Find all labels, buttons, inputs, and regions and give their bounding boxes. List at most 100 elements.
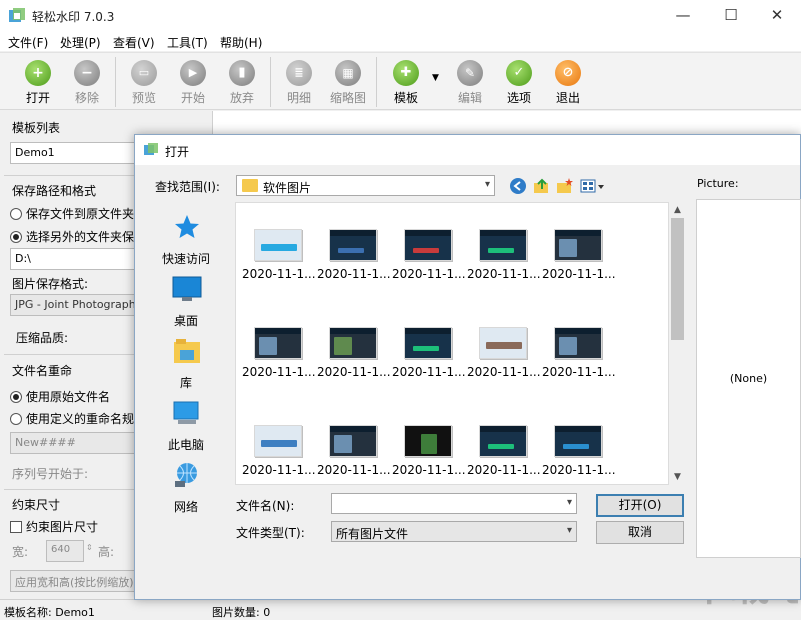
back-icon[interactable] — [509, 177, 527, 195]
file-thumbnail[interactable]: 2020-11-1... — [542, 315, 616, 385]
look-in-select[interactable]: 软件图片 ▾ — [236, 175, 495, 196]
menu-view[interactable]: 查看(V) — [113, 34, 155, 51]
checkbox-icon — [10, 521, 22, 533]
edit-button[interactable]: ✎ 编辑 — [447, 57, 493, 109]
file-thumbnail[interactable]: 2020-11-1... — [242, 217, 316, 287]
grid-icon: ▦ — [335, 60, 361, 86]
remove-button[interactable]: − 移除 — [64, 57, 110, 109]
place-desktop[interactable]: 桌面 — [145, 272, 227, 332]
save-to-other-radio[interactable]: 选择另外的文件夹保 — [10, 228, 134, 245]
image-thumbnail — [329, 425, 377, 457]
file-thumbnail[interactable]: 2020-11-1... — [242, 315, 316, 385]
file-thumbnail[interactable]: 2020-11-1... — [542, 413, 616, 483]
file-thumbnail[interactable]: 2020-11-1... — [317, 217, 391, 287]
place-quick-access[interactable]: 快速访问 — [145, 210, 227, 270]
image-thumbnail — [404, 425, 452, 457]
file-thumbnail[interactable]: 2020-11-1... — [317, 413, 391, 483]
template-button[interactable]: ✚ 模板 — [383, 57, 429, 109]
details-button[interactable]: ≣ 明细 — [276, 57, 322, 109]
puzzle-icon: ✚ — [393, 60, 419, 86]
scroll-down-icon[interactable]: ▼ — [669, 469, 686, 485]
radio-icon — [10, 208, 22, 220]
status-template-name: 模板名称: Demo1 — [4, 606, 95, 619]
image-thumbnail — [479, 425, 527, 457]
network-icon — [175, 463, 197, 487]
monitor-icon: ▭ — [131, 60, 157, 86]
image-thumbnail — [329, 327, 377, 359]
filetype-select[interactable]: 所有图片文件 ▾ — [331, 521, 577, 542]
new-folder-icon[interactable] — [556, 177, 574, 195]
file-thumbnail[interactable]: 2020-11-1... — [242, 413, 316, 483]
file-thumbnail[interactable]: 2020-11-1... — [392, 315, 466, 385]
place-this-pc[interactable]: 此电脑 — [145, 396, 227, 456]
open-button[interactable]: + 打开 — [15, 57, 61, 109]
image-thumbnail — [479, 327, 527, 359]
menu-tools[interactable]: 工具(T) — [167, 34, 208, 51]
menu-bar: 文件(F) 处理(P) 查看(V) 工具(T) 帮助(H) — [0, 31, 801, 51]
width-field[interactable]: 640 — [46, 540, 84, 562]
image-thumbnail — [554, 229, 602, 261]
file-thumbnail[interactable]: 2020-11-1... — [392, 217, 466, 287]
image-thumbnail — [554, 327, 602, 359]
rename-title: 文件名重命 — [12, 364, 73, 378]
file-thumbnail[interactable]: 2020-11-1... — [467, 315, 541, 385]
place-library[interactable]: 库 — [145, 334, 227, 394]
width-label: 宽: — [12, 545, 29, 559]
thumbnails-button[interactable]: ▦ 缩略图 — [325, 57, 371, 109]
minus-icon: − — [74, 60, 100, 86]
up-folder-icon[interactable] — [533, 177, 551, 195]
maximize-button[interactable]: ☐ — [708, 0, 754, 31]
file-thumbnail[interactable]: 2020-11-1... — [392, 413, 466, 483]
menu-file[interactable]: 文件(F) — [8, 34, 48, 51]
image-thumbnail — [479, 229, 527, 261]
place-network[interactable]: 网络 — [145, 458, 227, 518]
view-menu-icon[interactable] — [580, 177, 606, 195]
format-label: 图片保存格式: — [12, 277, 89, 291]
template-dropdown-arrow-icon[interactable]: ▼ — [432, 73, 439, 83]
template-list-title: 模板列表 — [12, 121, 61, 135]
pencil-icon: ✎ — [457, 60, 483, 86]
scrollbar-thumb[interactable] — [671, 218, 684, 340]
exit-button[interactable]: ⊘ 退出 — [545, 57, 591, 109]
file-list-scrollbar[interactable]: ▲ ▼ — [669, 202, 686, 485]
menu-process[interactable]: 处理(P) — [60, 34, 101, 51]
file-thumbnail[interactable]: 2020-11-1... — [317, 315, 391, 385]
file-thumbnail[interactable]: 2020-11-1... — [542, 217, 616, 287]
start-button[interactable]: ▶ 开始 — [170, 57, 216, 109]
preview-label: Picture: — [697, 177, 739, 190]
save-to-original-radio[interactable]: 保存文件到原文件夹 — [10, 205, 134, 222]
chevron-down-icon: ▾ — [484, 179, 490, 190]
filetype-label: 文件类型(T): — [236, 526, 305, 540]
radio-icon — [10, 413, 22, 425]
image-thumbnail — [254, 425, 302, 457]
constrain-size-checkbox[interactable]: 约束图片尺寸 — [10, 518, 98, 535]
options-button[interactable]: ✓ 选项 — [496, 57, 542, 109]
quality-label: 压缩品质: — [16, 331, 69, 345]
file-thumbnail[interactable]: 2020-11-1... — [467, 413, 541, 483]
use-original-name-radio[interactable]: 使用原始文件名 — [10, 388, 110, 405]
toolbar-separator — [115, 57, 116, 107]
file-thumbnail[interactable]: 2020-11-1... — [467, 217, 541, 287]
minimize-button[interactable]: — — [660, 0, 706, 31]
preview-button[interactable]: ▭ 预览 — [121, 57, 167, 109]
close-button[interactable]: ✕ — [754, 0, 800, 31]
save-path-title: 保存路径和格式 — [12, 184, 97, 198]
dialog-app-icon — [144, 143, 158, 155]
dialog-title-bar: 打开 — [135, 135, 800, 165]
height-label: 高: — [98, 545, 115, 559]
app-icon — [9, 8, 25, 22]
open-confirm-button[interactable]: 打开(O) — [596, 494, 684, 517]
image-thumbnail — [254, 229, 302, 261]
abort-button[interactable]: ▮ 放弃 — [219, 57, 265, 109]
folder-icon — [242, 179, 258, 192]
scroll-up-icon[interactable]: ▲ — [669, 202, 686, 218]
cancel-button[interactable]: 取消 — [596, 521, 684, 544]
status-image-count: 图片数量: 0 — [212, 606, 271, 619]
use-rename-rule-radio[interactable]: 使用定义的重命名规则 — [10, 410, 146, 427]
filename-input[interactable]: ▾ — [331, 493, 577, 514]
seq-start-label: 序列号开始于: — [12, 467, 89, 481]
width-spinner-icon[interactable]: ⇕ — [86, 543, 93, 552]
preview-none-text: (None) — [729, 372, 768, 385]
image-thumbnail — [554, 425, 602, 457]
menu-help[interactable]: 帮助(H) — [220, 34, 262, 51]
